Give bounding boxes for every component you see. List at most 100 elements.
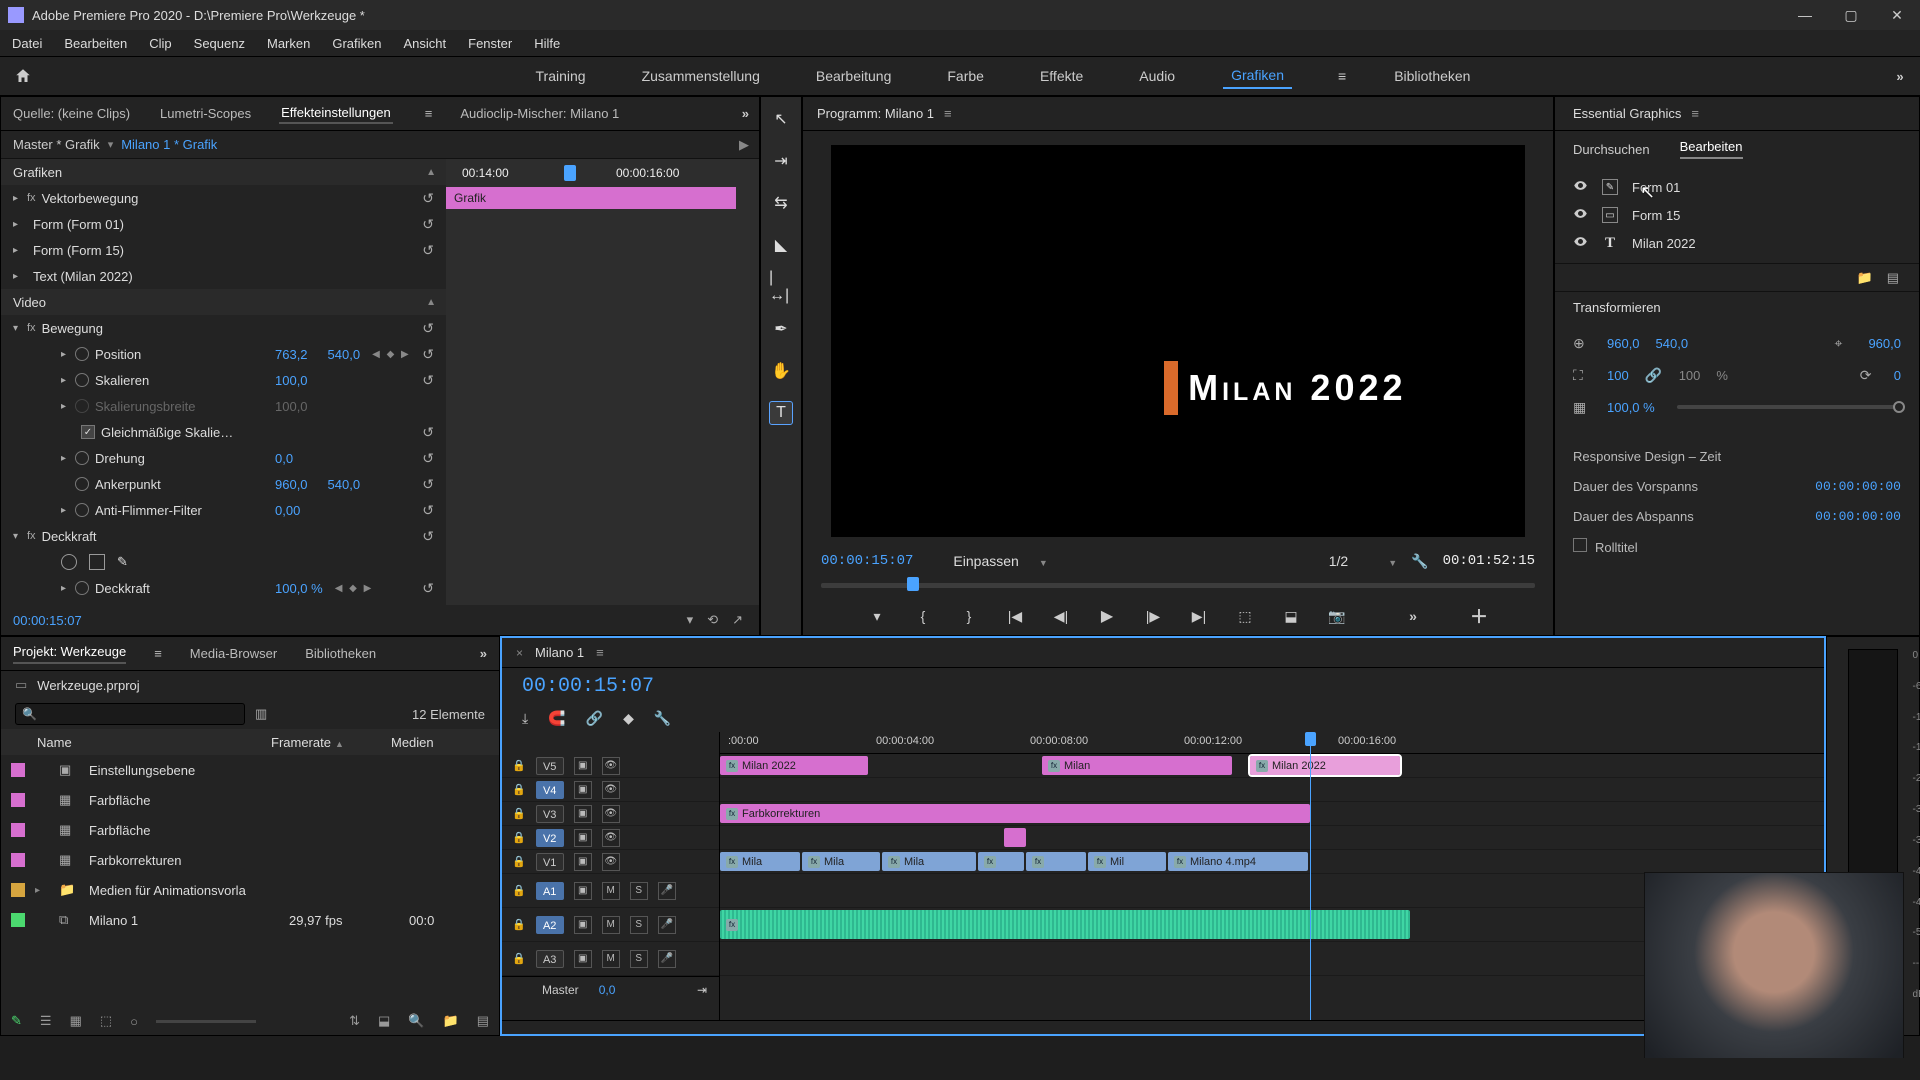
ec-section-grafiken[interactable]: Grafiken▲ <box>1 159 446 185</box>
freeform-view-icon[interactable]: ▥ <box>255 706 267 722</box>
reset-icon[interactable]: ↺ <box>422 190 434 207</box>
new-layer-icon[interactable]: ▤ <box>1887 270 1899 286</box>
voice-record-icon[interactable]: 🎤 <box>658 950 676 968</box>
ec-gleichmaessige-skalierung[interactable]: ✓Gleichmäßige Skalie…↺ <box>1 419 446 445</box>
ec-section-video[interactable]: Video▲ <box>1 289 446 315</box>
ws-bearbeitung[interactable]: Bearbeitung <box>808 64 900 88</box>
sync-lock-icon[interactable]: ▣ <box>574 916 592 934</box>
menu-marken[interactable]: Marken <box>263 34 314 53</box>
eg-layer-milan2022[interactable]: T Milan 2022 <box>1573 229 1919 257</box>
visibility-icon[interactable] <box>1573 206 1588 224</box>
mask-ellipse-icon[interactable] <box>61 554 77 570</box>
stopwatch-icon[interactable] <box>75 503 89 517</box>
project-item[interactable]: ▦Farbfläche <box>1 785 499 815</box>
menu-hilfe[interactable]: Hilfe <box>530 34 564 53</box>
mask-pen-icon[interactable]: ✎ <box>117 554 128 570</box>
tab-effekteinstellungen[interactable]: Effekteinstellungen <box>279 103 393 124</box>
filter-icon[interactable]: ▾ <box>687 612 694 628</box>
close-button[interactable]: ✕ <box>1874 0 1920 30</box>
project-item[interactable]: ▸📁Medien für Animationsvorla <box>1 875 499 905</box>
tab-source[interactable]: Quelle: (keine Clips) <box>11 104 132 123</box>
settings-icon[interactable]: 🔧 <box>654 710 671 727</box>
timeline-clip[interactable]: fxMil <box>1088 852 1166 871</box>
timeline-clip[interactable]: fxFarbkorrekturen <box>720 804 1310 823</box>
reset-icon[interactable]: ↺ <box>422 372 434 389</box>
panel-menu-icon[interactable]: ≡ <box>1691 106 1699 121</box>
label-chip[interactable] <box>11 793 25 807</box>
slip-tool-icon[interactable]: |↔| <box>769 275 793 299</box>
timeline-clip[interactable]: fxMilan <box>1042 756 1232 775</box>
track-v1[interactable]: V1 <box>536 853 564 871</box>
ec-skalieren[interactable]: ▸Skalieren100,0↺ <box>1 367 446 393</box>
reset-icon[interactable]: ↺ <box>422 242 434 259</box>
rolltitel-checkbox[interactable] <box>1573 538 1587 552</box>
position-x[interactable]: 960,0 <box>1607 336 1640 351</box>
tab-overflow-button[interactable]: » <box>480 646 487 661</box>
track-header-v1[interactable]: 🔒V1▣👁 <box>502 850 719 874</box>
ec-deckkraft[interactable]: ▾fxDeckkraft↺ <box>1 523 446 549</box>
tab-projekt[interactable]: Projekt: Werkzeuge <box>13 644 126 664</box>
tab-overflow-button[interactable]: » <box>742 106 749 121</box>
ec-drehung[interactable]: ▸Drehung0,0↺ <box>1 445 446 471</box>
track-select-tool-icon[interactable]: ⇥ <box>769 149 793 173</box>
opacity-value[interactable]: 100,0 % <box>1607 400 1655 415</box>
automate-to-sequence-icon[interactable]: ⬓ <box>378 1013 390 1029</box>
sort-icon[interactable]: ⇅ <box>349 1013 360 1029</box>
close-seq-icon[interactable]: × <box>516 646 523 660</box>
ec-play-icon[interactable]: ▶ <box>739 137 749 153</box>
label-chip[interactable] <box>11 763 25 777</box>
expand-icon[interactable]: ▸ <box>35 885 49 896</box>
sync-lock-icon[interactable]: ▣ <box>574 781 592 799</box>
marker-icon[interactable]: ◆ <box>623 710 634 727</box>
title-graphic[interactable]: Milan 2022 <box>1164 361 1406 415</box>
lock-icon[interactable]: 🔒 <box>512 918 526 931</box>
sync-lock-icon[interactable]: ▣ <box>574 829 592 847</box>
timeline-clip[interactable]: fxMila <box>720 852 800 871</box>
go-to-in-button[interactable]: |◀ <box>1004 608 1026 625</box>
scale-w[interactable]: 100 <box>1607 368 1629 383</box>
reset-icon[interactable]: ↺ <box>422 476 434 493</box>
ws-training[interactable]: Training <box>528 64 594 88</box>
project-item[interactable]: ▣Einstellungsebene <box>1 755 499 785</box>
menu-grafiken[interactable]: Grafiken <box>328 34 385 53</box>
sync-lock-icon[interactable]: ▣ <box>574 757 592 775</box>
icon-view-icon[interactable]: ▦ <box>70 1013 82 1029</box>
ws-effekte[interactable]: Effekte <box>1032 64 1091 88</box>
ec-form01[interactable]: ▸Form (Form 01)↺ <box>1 211 446 237</box>
sync-lock-icon[interactable]: ▣ <box>574 950 592 968</box>
project-columns-header[interactable]: Name Framerate▲ Medien <box>1 729 499 755</box>
tab-lumetri-scopes[interactable]: Lumetri-Scopes <box>158 104 253 123</box>
track-v3[interactable]: V3 <box>536 805 564 823</box>
ec-ankerpunkt[interactable]: Ankerpunkt960,0540,0↺ <box>1 471 446 497</box>
anchor-x[interactable]: 960,0 <box>1868 336 1901 351</box>
menu-bearbeiten[interactable]: Bearbeiten <box>60 34 131 53</box>
stopwatch-icon[interactable] <box>75 347 89 361</box>
hand-tool-icon[interactable]: ✋ <box>769 359 793 383</box>
track-v4[interactable]: V4 <box>536 781 564 799</box>
ec-deckkraft-value[interactable]: ▸Deckkraft100,0 %◀ ◆ ▶↺ <box>1 575 446 601</box>
new-folder-icon[interactable]: 📁 <box>1857 270 1873 286</box>
quality-select[interactable]: 1/2▼ <box>1329 553 1397 569</box>
ec-playhead[interactable] <box>564 165 576 181</box>
new-item-icon[interactable]: ▤ <box>477 1013 489 1029</box>
label-chip[interactable] <box>11 913 25 927</box>
sync-lock-icon[interactable]: ▣ <box>574 853 592 871</box>
timeline-clip[interactable]: fx <box>1026 852 1086 871</box>
menu-clip[interactable]: Clip <box>145 34 175 53</box>
visibility-icon[interactable] <box>1573 178 1588 196</box>
linked-selection-icon[interactable]: 🔗 <box>586 710 603 727</box>
timeline-clip[interactable]: fxMilan 2022 <box>720 756 868 775</box>
lock-icon[interactable]: 🔒 <box>512 759 526 772</box>
track-header-master[interactable]: Master0,0⇥ <box>502 976 719 1002</box>
opacity-slider[interactable] <box>1677 405 1901 409</box>
track-header-v3[interactable]: 🔒V3▣👁 <box>502 802 719 826</box>
lock-icon[interactable]: 🔒 <box>512 831 526 844</box>
visibility-icon[interactable] <box>1573 234 1588 252</box>
eg-tab-edit[interactable]: Bearbeiten <box>1680 139 1743 159</box>
panel-menu-icon[interactable]: ≡ <box>596 645 604 660</box>
voice-record-icon[interactable]: 🎤 <box>658 882 676 900</box>
tab-media-browser[interactable]: Media-Browser <box>190 646 277 661</box>
ec-text-milan2022[interactable]: ▸Text (Milan 2022) <box>1 263 446 289</box>
ws-grafiken[interactable]: Grafiken <box>1223 63 1292 89</box>
solo-button[interactable]: S <box>630 950 648 968</box>
